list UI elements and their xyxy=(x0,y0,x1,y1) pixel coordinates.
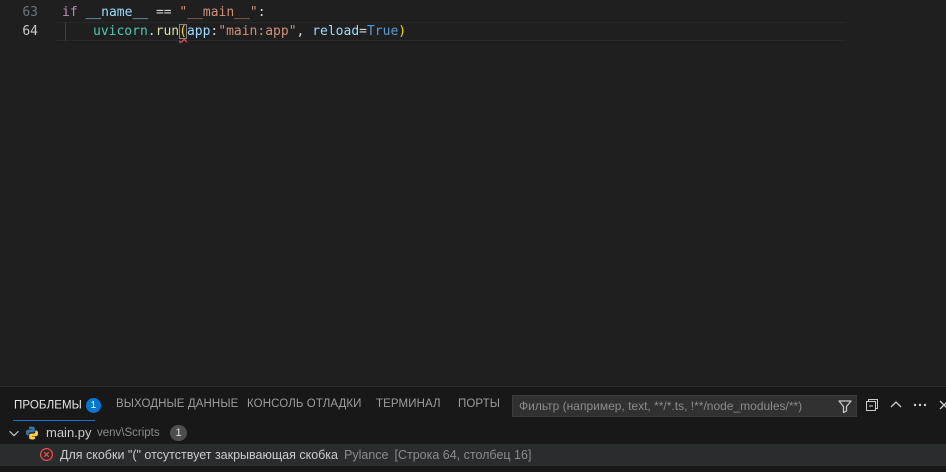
dot: . xyxy=(147,24,156,39)
tab-problems[interactable]: ПРОБЛЕМЫ 1 xyxy=(14,398,101,413)
code-text[interactable]: if __name__ == "__main__": xyxy=(62,3,266,22)
kwarg-name: reload xyxy=(312,24,360,39)
problem-message-line: Для скобки "(" отсутствует закрывающая с… xyxy=(60,448,531,462)
bottom-panel: ПРОБЛЕМЫ 1 ВЫХОДНЫЕ ДАННЫЕ КОНСОЛЬ ОТЛАДК… xyxy=(0,386,946,472)
problem-item-row[interactable]: Для скобки "(" отсутствует закрывающая с… xyxy=(0,444,946,466)
unclosed-paren: ( xyxy=(179,24,187,39)
line-number: 64 xyxy=(22,24,38,39)
equality-operator: == xyxy=(155,5,172,20)
problem-file-row[interactable]: main.py venv\Scripts 1 xyxy=(0,422,946,444)
problem-location: [Строка 64, столбец 16] xyxy=(394,448,532,462)
function-name: run xyxy=(155,24,180,39)
keyword-if: if xyxy=(62,5,78,20)
code-line[interactable]: 63 if __name__ == "__main__": xyxy=(0,3,946,22)
comma: , xyxy=(296,24,313,39)
filter-icon[interactable] xyxy=(837,398,853,414)
tab-debug-console[interactable]: КОНСОЛЬ ОТЛАДКИ xyxy=(247,398,362,410)
string-literal: "main:app" xyxy=(218,24,297,39)
python-file-icon xyxy=(24,425,40,445)
tab-terminal[interactable]: ТЕРМИНАЛ xyxy=(376,398,441,410)
tab-ports[interactable]: ПОРТЫ xyxy=(458,398,500,410)
code-line[interactable]: 64 uvicorn.run(app:"main:app", reload=Tr… xyxy=(0,22,946,41)
filter-input[interactable] xyxy=(513,396,829,416)
chevron-down-icon[interactable] xyxy=(7,425,21,444)
module-name: uvicorn xyxy=(93,24,148,39)
close-paren: ) xyxy=(398,24,407,39)
line-number: 63 xyxy=(22,5,38,20)
close-icon[interactable] xyxy=(936,397,946,413)
colon: : xyxy=(257,5,266,20)
problems-count-badge: 1 xyxy=(85,398,101,413)
arg-name: app xyxy=(186,24,211,39)
tab-label: ПРОБЛЕМЫ xyxy=(14,399,82,412)
bool-literal: True xyxy=(366,24,399,39)
error-icon xyxy=(39,447,54,466)
name-variable: __name__ xyxy=(85,5,149,20)
filter-box xyxy=(512,395,857,417)
more-actions-icon[interactable] xyxy=(912,397,928,413)
collapse-all-icon[interactable] xyxy=(864,397,880,413)
maximize-panel-icon[interactable] xyxy=(888,397,904,413)
file-path: venv\Scripts xyxy=(97,427,160,439)
code-editor[interactable]: 63 if __name__ == "__main__": 64 uvicorn… xyxy=(0,0,946,386)
active-tab-indicator xyxy=(13,420,95,421)
code-text[interactable]: uvicorn.run(app:"main:app", reload=True) xyxy=(93,22,406,41)
tab-output[interactable]: ВЫХОДНЫЕ ДАННЫЕ xyxy=(116,398,238,410)
problem-source: Pylance xyxy=(344,448,389,462)
string-literal: "__main__" xyxy=(179,5,258,20)
equals: = xyxy=(359,24,367,39)
file-name: main.py xyxy=(46,425,92,440)
panel-tabs: ПРОБЛЕМЫ 1 ВЫХОДНЫЕ ДАННЫЕ КОНСОЛЬ ОТЛАДК… xyxy=(0,387,946,423)
file-problem-count: 1 xyxy=(170,425,187,441)
problem-message: Для скобки "(" отсутствует закрывающая с… xyxy=(60,448,338,462)
